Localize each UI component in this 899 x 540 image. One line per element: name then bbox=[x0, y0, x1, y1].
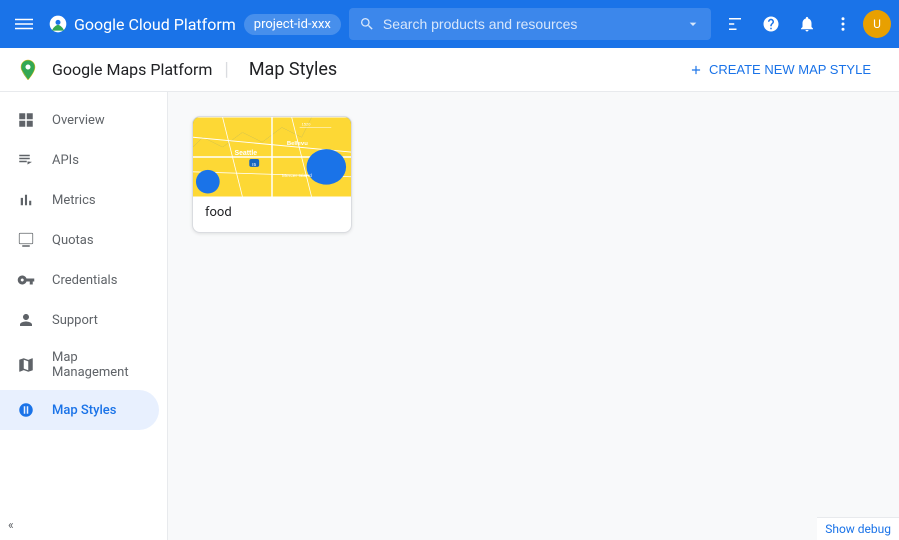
sidebar-item-support[interactable]: Support bbox=[0, 300, 159, 340]
create-new-map-style-button[interactable]: CREATE NEW MAP STYLE bbox=[677, 56, 883, 83]
credentials-icon bbox=[16, 270, 36, 290]
layout: Overview APIs Metrics Quotas bbox=[0, 92, 899, 540]
header-right: U bbox=[719, 8, 891, 40]
sidebar-label-credentials: Credentials bbox=[52, 273, 117, 288]
search-icon bbox=[359, 16, 375, 32]
map-management-icon bbox=[16, 355, 36, 375]
sidebar-item-quotas[interactable]: Quotas bbox=[0, 220, 159, 260]
collapse-sidebar-button[interactable]: « bbox=[0, 510, 167, 540]
show-debug-button[interactable]: Show debug bbox=[817, 517, 899, 540]
brand-name: Google Cloud Platform bbox=[74, 15, 236, 34]
avatar[interactable]: U bbox=[863, 10, 891, 38]
account-chip[interactable]: project-id-xxx bbox=[244, 14, 341, 35]
alerts-icon[interactable] bbox=[791, 8, 823, 40]
sub-header: Google Maps Platform | Map Styles CREATE… bbox=[0, 48, 899, 92]
sidebar-item-overview[interactable]: Overview bbox=[0, 100, 159, 140]
search-bar bbox=[349, 8, 711, 40]
style-cards-container: Seattle Bellevu Mercer Island I5 1520 fo… bbox=[192, 116, 875, 233]
menu-icon[interactable] bbox=[8, 8, 40, 40]
sidebar-item-map-styles[interactable]: Map Styles bbox=[0, 390, 159, 430]
sidebar-label-map-styles: Map Styles bbox=[52, 403, 116, 418]
map-preview-food: Seattle Bellevu Mercer Island I5 1520 bbox=[193, 117, 351, 197]
map-styles-icon bbox=[16, 400, 36, 420]
sidebar: Overview APIs Metrics Quotas bbox=[0, 92, 168, 540]
svg-text:I5: I5 bbox=[252, 162, 256, 168]
sidebar-item-apis[interactable]: APIs bbox=[0, 140, 159, 180]
sidebar-label-map-management: Map Management bbox=[52, 350, 143, 380]
sidebar-label-quotas: Quotas bbox=[52, 233, 94, 248]
divider: | bbox=[224, 59, 228, 80]
overview-icon bbox=[16, 110, 36, 130]
svg-text:Seattle: Seattle bbox=[234, 150, 257, 157]
add-icon bbox=[689, 63, 703, 77]
map-style-card-food[interactable]: Seattle Bellevu Mercer Island I5 1520 fo… bbox=[192, 116, 352, 233]
apis-icon bbox=[16, 150, 36, 170]
metrics-icon bbox=[16, 190, 36, 210]
app-name: Google Maps Platform bbox=[52, 60, 212, 79]
quotas-icon bbox=[16, 230, 36, 250]
sidebar-label-apis: APIs bbox=[52, 153, 79, 168]
svg-text:1520: 1520 bbox=[302, 121, 312, 126]
sidebar-item-credentials[interactable]: Credentials bbox=[0, 260, 159, 300]
sidebar-item-map-management[interactable]: Map Management bbox=[0, 340, 159, 390]
search-input[interactable] bbox=[383, 16, 677, 32]
sidebar-label-metrics: Metrics bbox=[52, 193, 96, 208]
svg-text:Mercer Island: Mercer Island bbox=[282, 173, 312, 179]
sidebar-label-support: Support bbox=[52, 313, 98, 328]
maps-logo bbox=[16, 58, 40, 82]
map-preview-svg: Seattle Bellevu Mercer Island I5 1520 bbox=[193, 117, 351, 197]
map-style-name-food: food bbox=[193, 197, 351, 232]
brand-logo[interactable]: Google Cloud Platform bbox=[48, 14, 236, 34]
top-header: Google Cloud Platform project-id-xxx U bbox=[0, 0, 899, 48]
help-icon[interactable] bbox=[755, 8, 787, 40]
svg-text:Bellevu: Bellevu bbox=[287, 141, 308, 147]
more-icon[interactable] bbox=[827, 8, 859, 40]
sidebar-label-overview: Overview bbox=[52, 113, 105, 128]
support-icon bbox=[16, 310, 36, 330]
notifications-icon[interactable] bbox=[719, 8, 751, 40]
page-title: Map Styles bbox=[249, 59, 337, 80]
search-dropdown-icon[interactable] bbox=[685, 16, 701, 32]
sidebar-item-metrics[interactable]: Metrics bbox=[0, 180, 159, 220]
main-content: Seattle Bellevu Mercer Island I5 1520 fo… bbox=[168, 92, 899, 540]
